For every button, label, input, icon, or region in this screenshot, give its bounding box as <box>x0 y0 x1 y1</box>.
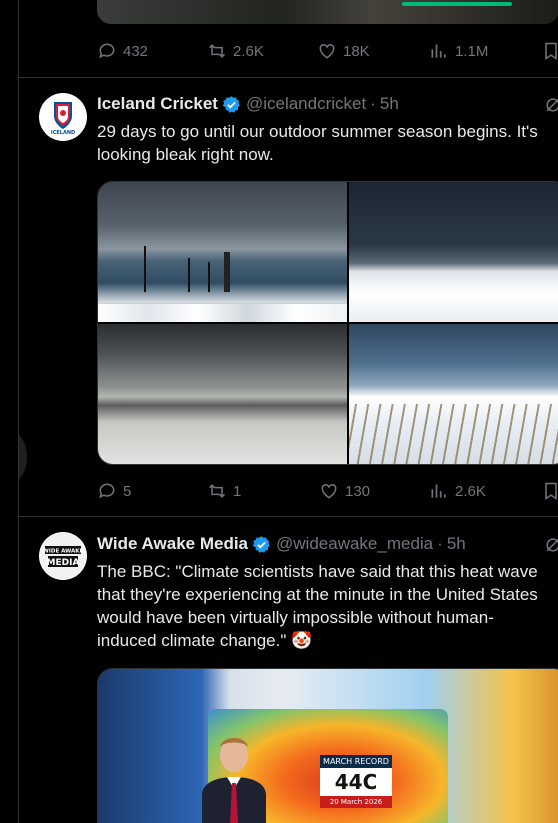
top-tweet-actions: 432 2.6K 18K 1.1M <box>97 39 558 63</box>
tweet-text: 29 days to go until our outdoor summer s… <box>97 120 558 166</box>
scroll-handle[interactable] <box>19 432 27 482</box>
tweet-text-line: The BBC: "Climate scientists have said t… <box>97 562 538 581</box>
repost-count: 1 <box>233 482 242 500</box>
photo-grey-field[interactable] <box>98 324 347 464</box>
like-button[interactable]: 18K <box>317 41 370 61</box>
bookmark-button[interactable] <box>541 481 558 501</box>
verified-badge-icon <box>252 535 270 553</box>
views-icon <box>431 484 446 498</box>
views-button[interactable]: 1.1M <box>429 41 488 61</box>
photo-stormy-coast[interactable] <box>98 182 347 322</box>
avatar[interactable]: ICELAND <box>39 93 87 141</box>
wide-awake-media-logo: WIDE AWAKE MEDIA <box>40 533 86 579</box>
timestamp[interactable]: 5h <box>447 534 466 554</box>
views-button[interactable]: 2.6K <box>429 481 486 501</box>
reply-button[interactable]: 432 <box>97 41 148 61</box>
repost-icon <box>208 484 226 498</box>
photo-snowy-plain[interactable] <box>349 182 558 322</box>
reply-icon <box>99 43 115 59</box>
photo-snow-grass[interactable] <box>349 324 558 464</box>
tweet-text-line: 29 days to go until our outdoor summer s… <box>97 122 538 141</box>
video-thumbnail[interactable]: MARCH RECORD 44C 20 March 2026 <box>97 668 558 823</box>
bookmark-button[interactable] <box>541 41 558 61</box>
grok-icon[interactable] <box>543 535 558 555</box>
svg-text:WIDE AWAKE: WIDE AWAKE <box>43 549 84 555</box>
svg-text:ICELAND: ICELAND <box>51 130 75 136</box>
heart-icon <box>321 483 337 499</box>
avatar[interactable]: WIDE AWAKE MEDIA <box>39 532 87 580</box>
verified-badge-icon <box>222 95 240 113</box>
video-progress-bar[interactable] <box>402 2 512 6</box>
tweet-divider <box>19 77 558 78</box>
svg-text:MEDIA: MEDIA <box>47 558 80 568</box>
timestamp[interactable]: 5h <box>380 94 399 114</box>
like-button[interactable]: 130 <box>319 481 370 501</box>
tweet-text-line: that they're experiencing at the minute … <box>97 585 538 604</box>
iceland-cricket-logo: ICELAND <box>40 94 86 140</box>
tweet-text: The BBC: "Climate scientists have said t… <box>97 560 558 652</box>
grok-icon[interactable] <box>543 95 558 115</box>
reply-icon <box>99 483 115 499</box>
record-overlay: MARCH RECORD 44C 20 March 2026 <box>320 755 392 811</box>
view-count: 1.1M <box>455 42 489 60</box>
repost-button[interactable]: 1 <box>207 481 241 501</box>
timeline: 432 2.6K 18K 1.1M ICELAND Iceland Cricke… <box>18 0 558 823</box>
record-date: 20 March 2026 <box>320 796 392 808</box>
view-count: 2.6K <box>455 482 486 500</box>
tweet-divider <box>19 516 558 517</box>
tweet-text-line: would have been virtually impossible wit… <box>97 608 494 627</box>
tweet-actions: 5 1 130 2.6K <box>97 479 558 503</box>
tweet-text-line: induced climate change." 🤡 <box>97 631 313 650</box>
like-count: 18K <box>343 42 370 60</box>
views-icon <box>431 44 446 58</box>
author-handle[interactable]: @icelandcricket <box>246 94 366 114</box>
repost-button[interactable]: 2.6K <box>207 41 264 61</box>
record-value: 44C <box>320 768 392 796</box>
reply-count: 432 <box>123 42 149 60</box>
heart-icon <box>319 43 335 59</box>
like-count: 130 <box>345 482 371 500</box>
record-title: MARCH RECORD <box>320 755 392 768</box>
author-name[interactable]: Wide Awake Media <box>97 534 248 554</box>
separator: · <box>437 534 443 553</box>
bookmark-icon <box>545 42 557 60</box>
reply-button[interactable]: 5 <box>97 481 131 501</box>
reply-count: 5 <box>123 482 132 500</box>
separator: · <box>370 94 376 113</box>
tweet-header: Wide Awake Media @wideawake_media · 5h <box>97 534 466 554</box>
photo-grid <box>97 181 558 465</box>
tweet-header: Iceland Cricket @icelandcricket · 5h <box>97 94 399 114</box>
top-tweet-media[interactable] <box>97 0 558 24</box>
author-name[interactable]: Iceland Cricket <box>97 94 218 114</box>
bookmark-icon <box>545 482 557 500</box>
repost-count: 2.6K <box>233 42 264 60</box>
tweet-text-line: looking bleak right now. <box>97 145 274 164</box>
author-handle[interactable]: @wideawake_media <box>276 534 433 554</box>
presenter-figure <box>202 738 266 823</box>
repost-icon <box>208 44 226 58</box>
